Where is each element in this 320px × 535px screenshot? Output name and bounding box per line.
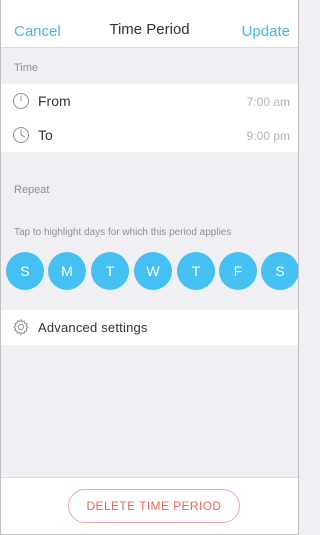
day-button-wednesday[interactable]: W: [134, 252, 172, 290]
from-row[interactable]: From 7:00 am: [0, 84, 299, 118]
clock-icon: [12, 92, 30, 110]
repeat-section-header: Repeat: [14, 184, 50, 196]
advanced-settings-row[interactable]: Advanced settings: [0, 310, 299, 345]
gear-icon: [12, 318, 30, 336]
clock-icon: [12, 126, 30, 144]
delete-time-period-button[interactable]: DELETE TIME PERIOD: [68, 489, 240, 523]
day-button-tuesday[interactable]: T: [91, 252, 129, 290]
day-button-thursday[interactable]: T: [177, 252, 215, 290]
day-button-friday[interactable]: F: [219, 252, 257, 290]
day-selector: S M T W T F S: [0, 252, 299, 290]
to-value: 9:00 pm: [246, 129, 290, 143]
time-section-header: Time: [14, 62, 39, 74]
repeat-hint: Tap to highlight days for which this per…: [14, 227, 232, 238]
day-button-saturday[interactable]: S: [261, 252, 299, 290]
day-button-monday[interactable]: M: [48, 252, 86, 290]
to-label: To: [38, 127, 53, 143]
time-group: From 7:00 am To 9:00 pm: [0, 84, 299, 152]
to-row[interactable]: To 9:00 pm: [0, 118, 299, 152]
from-label: From: [38, 93, 71, 109]
from-value: 7:00 am: [246, 95, 290, 109]
advanced-settings-label: Advanced settings: [38, 320, 148, 335]
bottom-bar: DELETE TIME PERIOD: [0, 477, 299, 535]
update-button[interactable]: Update: [242, 23, 290, 40]
navigation-bar: Cancel Time Period Update: [0, 0, 299, 48]
day-button-sunday[interactable]: S: [6, 252, 44, 290]
